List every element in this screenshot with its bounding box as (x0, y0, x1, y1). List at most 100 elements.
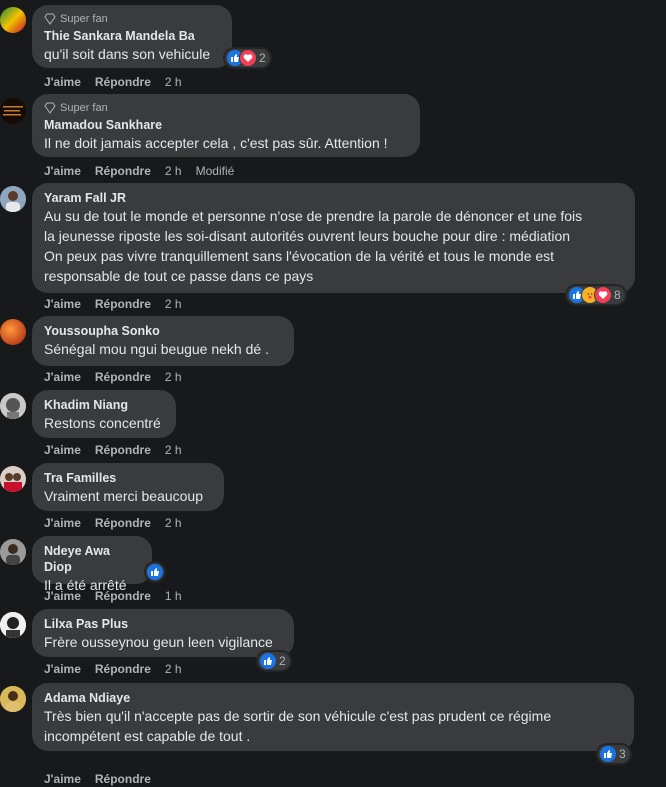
like-reaction-icon (600, 746, 616, 762)
like-reaction-icon (147, 564, 163, 580)
comment-text: Restons concentré (44, 415, 161, 431)
reply-button[interactable]: Répondre (95, 589, 151, 603)
comment-text: Frère ousseynou geun leen vigilance (44, 634, 273, 650)
reaction-summary[interactable]: 2 (225, 49, 270, 67)
super-fan-label: Super fan (60, 102, 108, 114)
comment-bubble: Lilxa Pas Plus Frère ousseynou geun leen… (32, 609, 294, 657)
comment-actions: J'aime Répondre 2 h (44, 442, 196, 458)
comment-bubble: Yaram Fall JR Au su de tout le monde et … (32, 183, 635, 293)
comment-author[interactable]: Thie Sankara Mandela Ba (44, 28, 220, 44)
comment-timestamp[interactable]: 2 h (165, 75, 182, 89)
avatar-image (0, 539, 26, 565)
comment-timestamp[interactable]: 2 h (165, 164, 182, 178)
comment-text: Sénégal mou ngui beugue nekh dé . (44, 341, 269, 357)
reaction-summary[interactable]: 2 (258, 652, 290, 670)
comment-author[interactable]: Ndeye Awa Diop (44, 543, 140, 575)
avatar[interactable] (0, 612, 26, 638)
comment-actions: J'aime Répondre 2 h (44, 369, 196, 385)
comment-author[interactable]: Khadim Niang (44, 397, 164, 413)
comment-author[interactable]: Yaram Fall JR (44, 190, 623, 206)
like-button[interactable]: J'aime (44, 772, 81, 786)
avatar-image (0, 393, 26, 419)
reply-button[interactable]: Répondre (95, 370, 151, 384)
avatar-image (0, 186, 26, 212)
reaction-count: 2 (259, 51, 266, 65)
modified-label: Modifié (195, 164, 235, 178)
reaction-count: 2 (279, 654, 286, 668)
comment-timestamp[interactable]: 2 h (165, 443, 182, 457)
like-button[interactable]: J'aime (44, 370, 81, 384)
comment-actions: J'aime Répondre 1 h (44, 588, 196, 604)
comment-timestamp[interactable]: 2 h (165, 662, 182, 676)
comment-actions: J'aime Répondre 2 h (44, 661, 196, 677)
comment-timestamp[interactable]: 2 h (165, 516, 182, 530)
comment-text-line: On peux pas vivre tranquillement sans l'… (44, 248, 555, 264)
like-button[interactable]: J'aime (44, 516, 81, 530)
diamond-icon (44, 102, 56, 114)
comment-actions: J'aime Répondre (44, 771, 165, 787)
avatar[interactable] (0, 539, 26, 565)
comment-text: qu'il soit dans son vehicule (44, 46, 211, 62)
super-fan-badge: Super fan (44, 101, 408, 115)
like-button[interactable]: J'aime (44, 662, 81, 676)
avatar-image (0, 466, 26, 492)
diamond-icon (44, 13, 56, 25)
comment-author[interactable]: Lilxa Pas Plus (44, 616, 282, 632)
super-fan-badge: Super fan (44, 12, 220, 26)
comment-text-line: Très bien qu'il n'accepte pas de sortir … (44, 708, 552, 724)
comment-text: Vraiment merci beaucoup (44, 488, 204, 504)
comment-actions: J'aime Répondre 2 h (44, 74, 196, 90)
comment-author[interactable]: Adama Ndiaye (44, 690, 622, 706)
like-button[interactable]: J'aime (44, 164, 81, 178)
comment-author[interactable]: Youssoupha Sonko (44, 323, 282, 339)
reply-button[interactable]: Répondre (95, 75, 151, 89)
comment-bubble: Super fan Thie Sankara Mandela Ba qu'il … (32, 5, 232, 68)
comment-bubble: Khadim Niang Restons concentré (32, 390, 176, 438)
comment-text-line: la jeunesse riposte les soi-disant autor… (44, 228, 571, 244)
comment-bubble: Super fan Mamadou Sankhare Il ne doit ja… (32, 94, 420, 157)
avatar-image (0, 98, 26, 124)
reaction-count: 3 (619, 747, 626, 761)
comment-bubble: Ndeye Awa Diop Il a été arrêté (32, 536, 152, 593)
reaction-count: 8 (614, 288, 621, 302)
comment-author[interactable]: Tra Familles (44, 470, 212, 486)
comment-bubble: Tra Familles Vraiment merci beaucoup (32, 463, 224, 511)
love-reaction-icon (595, 287, 611, 303)
reply-button[interactable]: Répondre (95, 297, 151, 311)
comment-text-line: Au su de tout le monde et personne n'ose… (44, 208, 583, 224)
reply-button[interactable]: Répondre (95, 164, 151, 178)
like-button[interactable]: J'aime (44, 589, 81, 603)
comment-text: Il ne doit jamais accepter cela , c'est … (44, 135, 388, 151)
avatar[interactable] (0, 186, 26, 212)
reply-button[interactable]: Répondre (95, 772, 151, 786)
reaction-summary[interactable]: 8 (567, 286, 625, 304)
reaction-summary[interactable] (146, 563, 164, 581)
comment-actions: J'aime Répondre 2 h (44, 515, 196, 531)
reply-button[interactable]: Répondre (95, 516, 151, 530)
love-reaction-icon (240, 50, 256, 66)
comment-actions: J'aime Répondre 2 h (44, 296, 196, 312)
comment-bubble: Youssoupha Sonko Sénégal mou ngui beugue… (32, 316, 294, 366)
comment-timestamp[interactable]: 2 h (165, 297, 182, 311)
avatar[interactable] (0, 7, 26, 33)
comment-bubble: Adama Ndiaye Très bien qu'il n'accepte p… (32, 683, 634, 751)
comment-timestamp[interactable]: 1 h (165, 589, 182, 603)
avatar-image (0, 686, 26, 712)
like-button[interactable]: J'aime (44, 297, 81, 311)
comment-text-line: incompétent est capable de tout . (44, 728, 251, 744)
avatar[interactable] (0, 98, 26, 124)
comment-actions: J'aime Répondre 2 h Modifié (44, 163, 248, 179)
reaction-summary[interactable]: 3 (598, 745, 630, 763)
avatar[interactable] (0, 466, 26, 492)
avatar[interactable] (0, 686, 26, 712)
like-button[interactable]: J'aime (44, 443, 81, 457)
reply-button[interactable]: Répondre (95, 662, 151, 676)
super-fan-label: Super fan (60, 13, 108, 25)
avatar[interactable] (0, 319, 26, 345)
comment-timestamp[interactable]: 2 h (165, 370, 182, 384)
comment-author[interactable]: Mamadou Sankhare (44, 117, 408, 133)
reply-button[interactable]: Répondre (95, 443, 151, 457)
like-reaction-icon (260, 653, 276, 669)
avatar[interactable] (0, 393, 26, 419)
like-button[interactable]: J'aime (44, 75, 81, 89)
